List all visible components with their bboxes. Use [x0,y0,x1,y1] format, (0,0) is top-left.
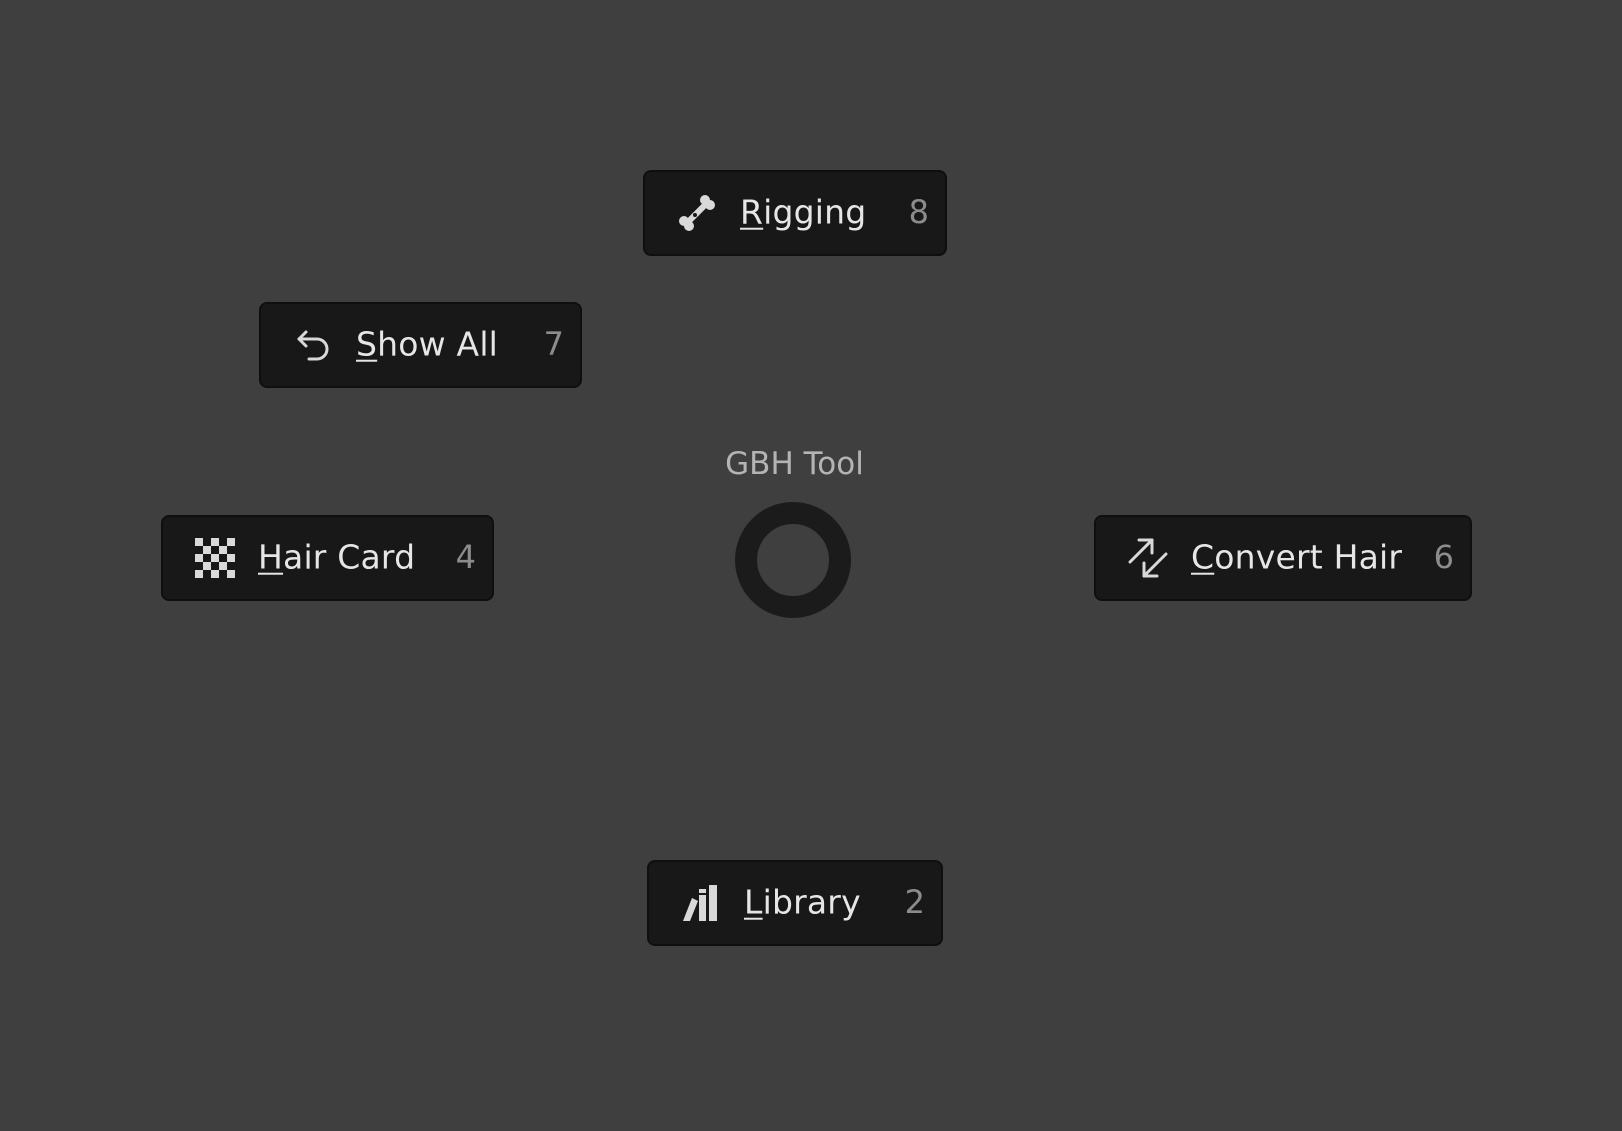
pie-menu-title: GBH Tool [725,446,864,482]
hair-card-label: Hair Card [258,537,416,577]
pie-item-hair-card[interactable]: Hair Card 4 [161,515,494,601]
rigging-shortcut: 8 [908,193,929,232]
convert-arrows-icon [1126,536,1170,580]
show-all-label: Show All [356,324,499,364]
convert-hair-label: Convert Hair [1191,537,1403,577]
undo-arrow-icon [291,323,335,367]
pie-item-library[interactable]: Library 2 [647,860,943,946]
hair-card-shortcut: 4 [455,538,476,577]
pie-menu-stage: Rigging 8 Show All 7 Hair Card 4 Convert… [0,0,1622,1131]
library-shortcut: 2 [904,883,925,922]
library-label: Library [744,882,861,922]
convert-hair-shortcut: 6 [1433,538,1454,577]
show-all-shortcut: 7 [543,325,564,364]
library-books-icon [679,881,723,925]
rigging-label: Rigging [740,192,867,232]
pie-item-rigging[interactable]: Rigging 8 [643,170,947,256]
checkerboard-icon [193,536,237,580]
pie-item-convert-hair[interactable]: Convert Hair 6 [1094,515,1472,601]
pie-center-ring [735,502,851,618]
pie-item-show-all[interactable]: Show All 7 [259,302,582,388]
bone-icon [675,191,719,235]
